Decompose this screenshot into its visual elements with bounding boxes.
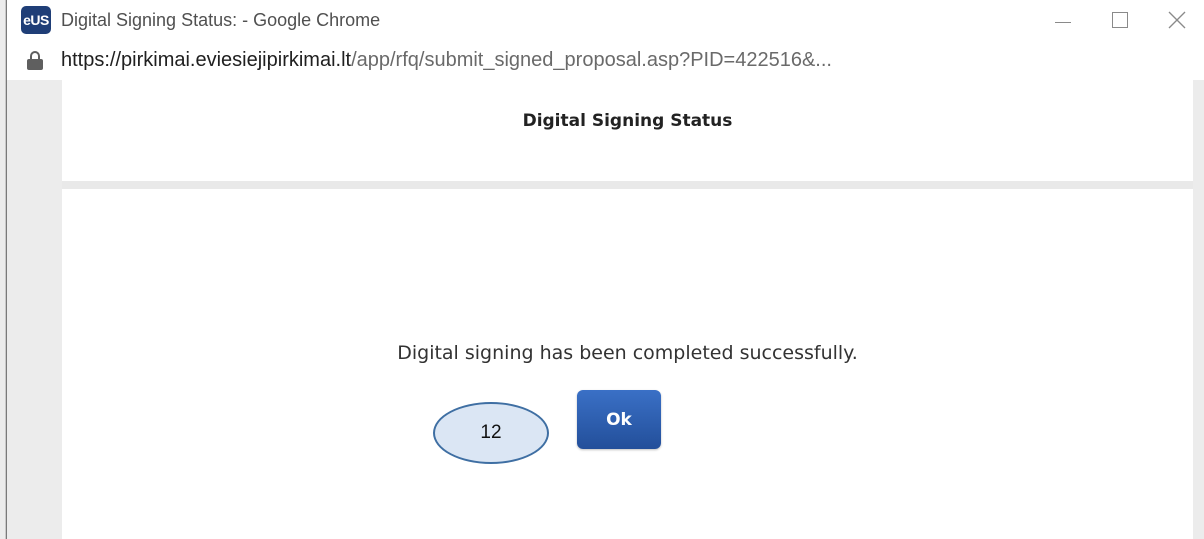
maximize-button[interactable] (1091, 0, 1148, 40)
dialog-body: Digital signing has been completed succe… (62, 189, 1193, 539)
dialog-header: Digital Signing Status (62, 80, 1193, 181)
status-message: Digital signing has been completed succe… (397, 342, 858, 364)
window-controls (1034, 0, 1204, 40)
close-icon (1168, 11, 1185, 29)
close-button[interactable] (1148, 0, 1204, 40)
address-bar[interactable]: https://pirkimai.eviesiejipirkimai.lt/ap… (7, 40, 1204, 80)
url-path: /app/rfq/submit_signed_proposal.asp?PID=… (351, 48, 832, 71)
maximize-icon (1111, 12, 1128, 28)
lock-icon[interactable] (27, 51, 43, 70)
dialog-title: Digital Signing Status (522, 110, 733, 131)
step-number-badge: 12 (433, 402, 549, 464)
ok-button[interactable]: Ok (577, 390, 661, 449)
url-host: https://pirkimai.eviesiejipirkimai.lt (61, 48, 352, 71)
chrome-popup-window: eUS Digital Signing Status: - Google Chr… (6, 0, 1204, 539)
window-title: Digital Signing Status: - Google Chrome (61, 9, 381, 30)
url-text[interactable]: https://pirkimai.eviesiejipirkimai.lt/ap… (61, 49, 832, 72)
minimize-button[interactable] (1034, 0, 1091, 40)
page-viewport: Digital Signing Status Digital signing h… (7, 80, 1204, 539)
dialog-separator (62, 181, 1193, 189)
minimize-icon (1054, 21, 1071, 23)
eus-app-icon: eUS (21, 6, 51, 34)
